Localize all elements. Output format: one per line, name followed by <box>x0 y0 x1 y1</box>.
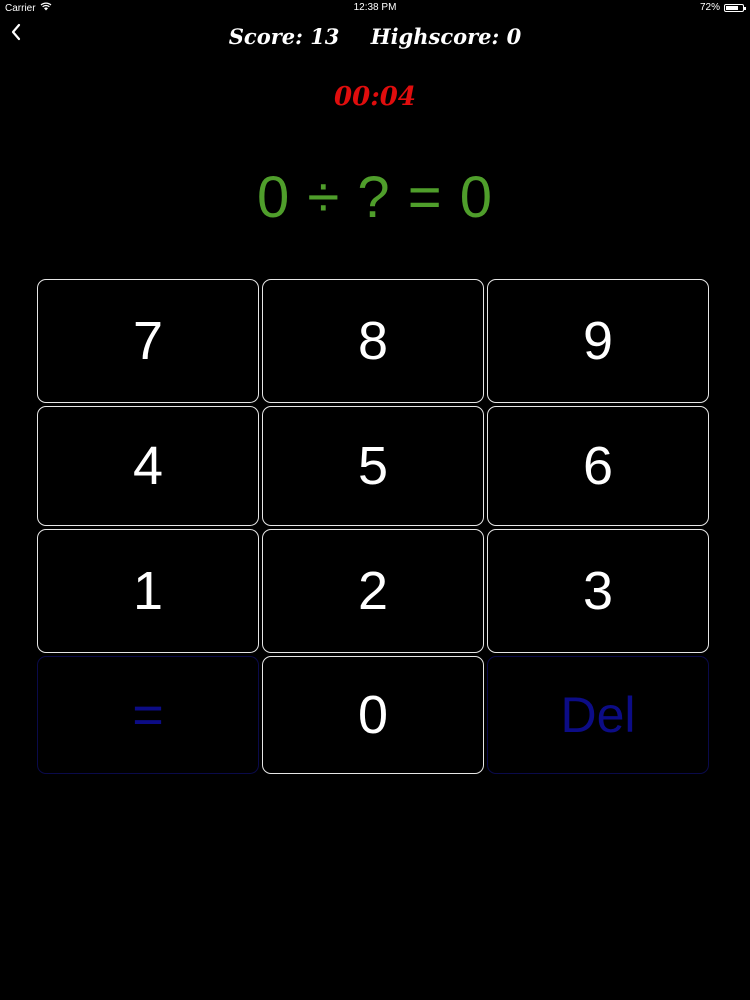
key-1[interactable]: 1 <box>37 529 259 653</box>
battery-percent: 72% <box>699 2 720 13</box>
key-9[interactable]: 9 <box>487 279 709 403</box>
key-6[interactable]: 6 <box>487 406 709 526</box>
battery-icon <box>724 3 746 12</box>
key-5[interactable]: 5 <box>262 406 484 526</box>
status-bar: Carrier 12:38 PM 72% <box>0 0 750 16</box>
countdown-timer: 00:04 <box>334 82 416 112</box>
equation-display: 0 ÷ ? = 0 <box>257 165 493 230</box>
key-0[interactable]: 0 <box>262 656 484 774</box>
equals-button[interactable]: = <box>37 656 259 774</box>
key-7[interactable]: 7 <box>37 279 259 403</box>
delete-button[interactable]: Del <box>487 656 709 774</box>
key-4[interactable]: 4 <box>37 406 259 526</box>
key-8[interactable]: 8 <box>262 279 484 403</box>
number-keypad: 7 8 9 4 5 6 1 2 3 = 0 Del <box>37 279 709 774</box>
key-3[interactable]: 3 <box>487 529 709 653</box>
key-2[interactable]: 2 <box>262 529 484 653</box>
status-time: 12:38 PM <box>353 2 397 13</box>
status-right: 72% <box>699 2 746 13</box>
score-label: Score: 13 <box>228 24 340 49</box>
battery-fill <box>726 5 738 10</box>
score-header: Score: 13 Highscore: 0 <box>0 24 750 49</box>
highscore-label: Highscore: 0 <box>370 24 522 49</box>
